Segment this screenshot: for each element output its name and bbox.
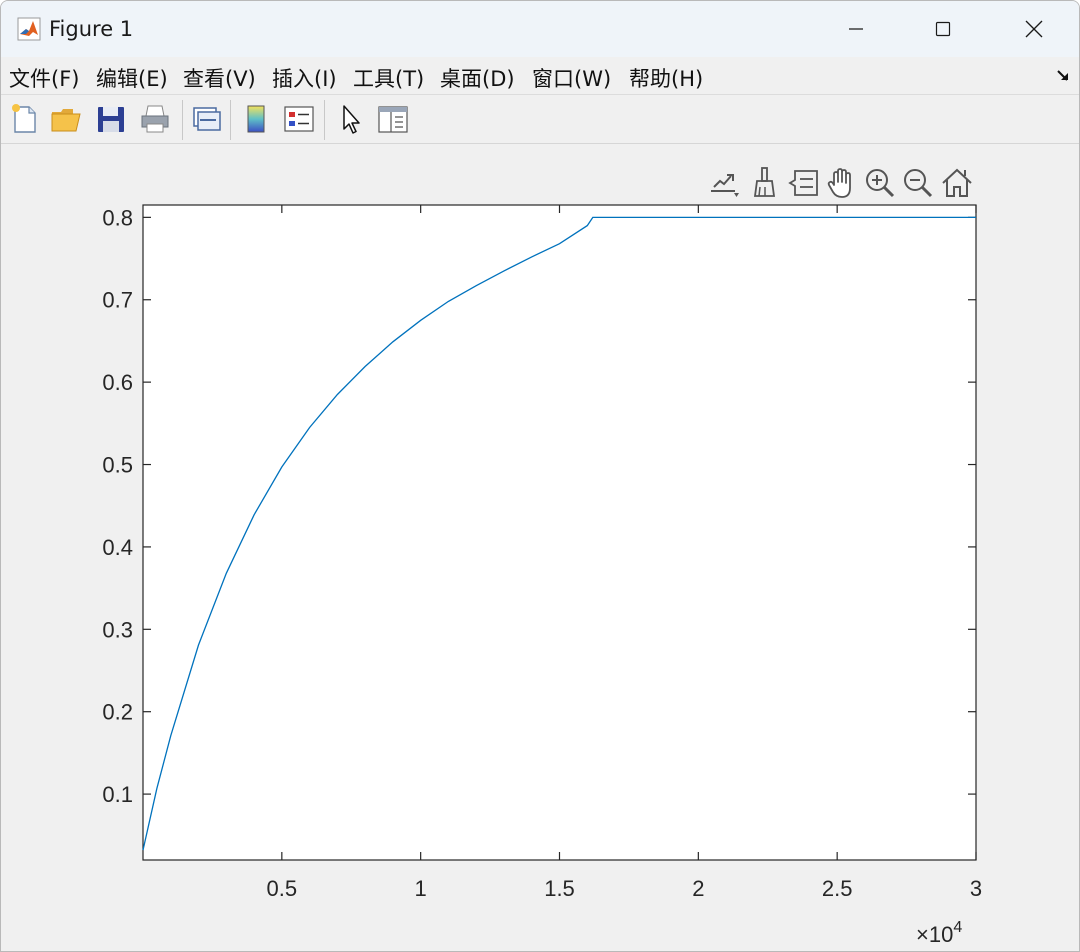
open-file-icon[interactable] (49, 102, 83, 136)
matlab-logo-icon (17, 17, 41, 41)
toolbar-separator (324, 100, 325, 140)
menu-view[interactable]: 查看(V) (183, 63, 256, 93)
x-tick-label: 3 (970, 876, 982, 901)
menu-tools[interactable]: 工具(T) (353, 63, 424, 93)
figure-toolbar (1, 96, 1079, 144)
x-tick-label: 2.5 (822, 876, 853, 901)
x-tick-label: 1.5 (544, 876, 575, 901)
print-icon[interactable] (138, 102, 172, 136)
line-plot[interactable]: 0.5 1 1.5 2 2.5 3 0.1 0.2 0.3 0.4 0.5 0.6 0.7 0.8 ×10… (1, 145, 1079, 952)
axes-background (142, 204, 977, 861)
legend-icon[interactable] (282, 102, 316, 136)
window-title: Figure 1 (49, 17, 134, 41)
x-exponent-power: 4 (953, 919, 962, 936)
colorbar-icon[interactable] (239, 102, 273, 136)
new-figure-icon[interactable] (7, 102, 41, 136)
property-inspector-icon[interactable] (376, 102, 410, 136)
menu-file[interactable]: 文件(F) (9, 63, 79, 93)
close-icon (1025, 20, 1043, 38)
toolbar-separator (182, 100, 183, 140)
y-tick-label: 0.4 (102, 535, 133, 560)
title-bar[interactable]: Figure 1 (1, 1, 1079, 57)
x-exponent-base: ×10 (916, 922, 953, 947)
menu-edit[interactable]: 编辑(E) (96, 63, 168, 93)
edit-plot-cursor-icon[interactable] (335, 102, 369, 136)
x-exponent-label: ×104 (916, 919, 962, 947)
y-tick-label: 0.5 (102, 453, 133, 478)
y-tick-label: 0.6 (102, 370, 133, 395)
menu-bar: 文件(F) 编辑(E) 查看(V) 插入(I) 工具(T) 桌面(D) 窗口(W… (1, 57, 1079, 95)
y-tick-label: 0.3 (102, 617, 133, 642)
minimize-button[interactable] (811, 1, 901, 57)
maximize-icon (935, 21, 951, 37)
menu-help[interactable]: 帮助(H) (629, 63, 703, 93)
minimize-icon (849, 28, 863, 30)
x-tick-label: 1 (415, 876, 427, 901)
toolbar-separator (230, 100, 231, 140)
figure-canvas: 0.5 1 1.5 2 2.5 3 0.1 0.2 0.3 0.4 0.5 0.6 0.7 0.8 ×10… (1, 145, 1079, 952)
y-tick-label: 0.1 (102, 782, 133, 807)
close-button[interactable] (989, 1, 1079, 57)
x-tick-label: 2 (692, 876, 704, 901)
save-icon[interactable] (94, 102, 128, 136)
link-plot-icon[interactable] (189, 102, 223, 136)
x-tick-label: 0.5 (267, 876, 298, 901)
menu-window[interactable]: 窗口(W) (532, 63, 611, 93)
y-tick-label: 0.8 (102, 205, 133, 230)
undock-arrow-icon[interactable] (1055, 67, 1073, 85)
menu-desktop[interactable]: 桌面(D) (440, 63, 515, 93)
figure-window: Figure 1 文件(F) 编辑(E) 查看(V) 插入(I) 工具(T) 桌… (0, 0, 1080, 952)
y-tick-label: 0.7 (102, 288, 133, 313)
y-tick-label: 0.2 (102, 700, 133, 725)
menu-insert[interactable]: 插入(I) (272, 63, 337, 93)
maximize-button[interactable] (898, 1, 988, 57)
